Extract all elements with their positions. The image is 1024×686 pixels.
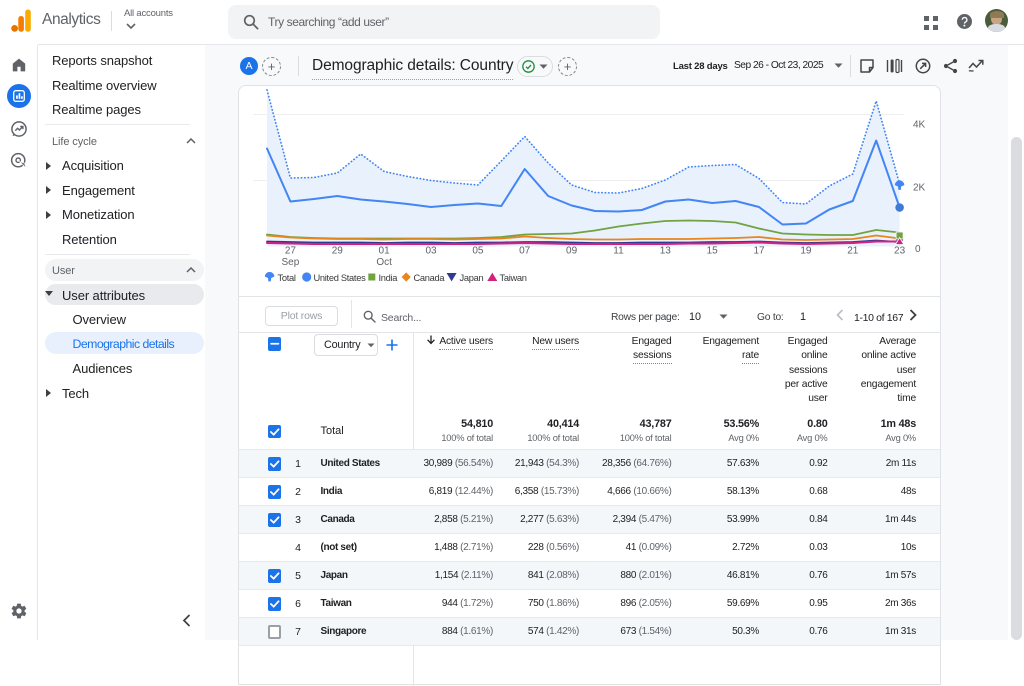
svg-text:13: 13 [660,246,672,257]
svg-text:0: 0 [915,244,921,255]
svg-text:19: 19 [800,246,812,257]
svg-text:4K: 4K [913,120,926,131]
svg-text:05: 05 [472,246,484,257]
svg-text:Sep: Sep [282,257,300,268]
svg-text:17: 17 [753,246,765,257]
svg-text:15: 15 [707,246,719,257]
svg-text:09: 09 [566,246,578,257]
svg-text:Total: Total [278,273,296,283]
svg-text:11: 11 [613,246,624,257]
svg-text:07: 07 [519,246,531,257]
svg-text:21: 21 [847,246,859,257]
svg-text:27: 27 [285,246,297,257]
svg-text:03: 03 [425,246,437,257]
svg-text:India: India [379,273,399,283]
svg-text:Taiwan: Taiwan [500,273,527,283]
svg-text:29: 29 [332,246,344,257]
svg-text:United States: United States [314,273,367,283]
svg-text:Oct: Oct [376,257,392,268]
svg-text:Japan: Japan [460,273,484,283]
svg-text:2K: 2K [913,183,926,194]
svg-text:23: 23 [894,246,906,257]
svg-text:01: 01 [379,246,391,257]
svg-text:Canada: Canada [414,273,446,283]
